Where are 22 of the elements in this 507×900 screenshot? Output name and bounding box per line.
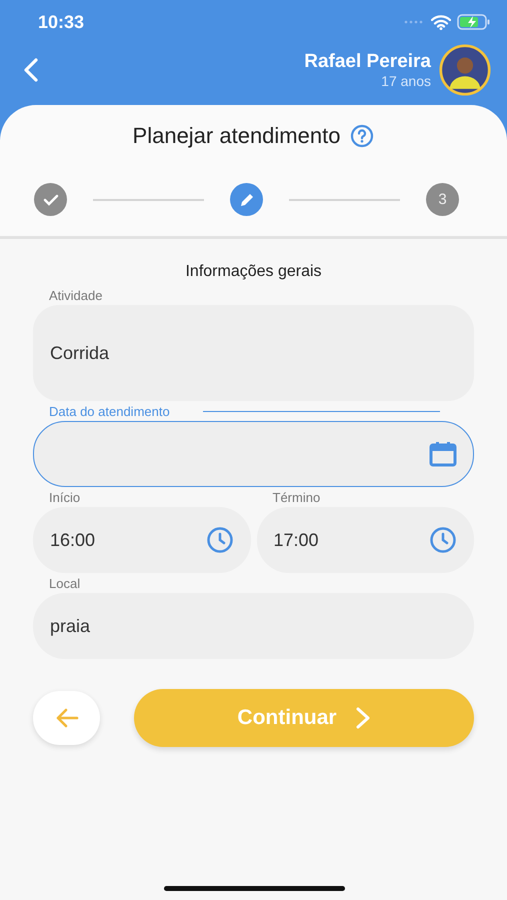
avatar-icon [439,44,491,96]
patient-name: Rafael Pereira [304,51,431,73]
wifi-icon [431,14,451,30]
clock-icon [429,526,457,554]
status-time: 10:33 [38,12,84,32]
input-field[interactable]: 17:00 [256,507,474,573]
patient-age: 17 anos [381,73,431,89]
calendar-icon [429,441,457,467]
screen-title: Planejar atendimento [132,123,340,149]
clock-icon [206,526,234,554]
input-field[interactable]: 16:00 [33,507,250,573]
help-icon[interactable] [350,124,374,148]
step-number: 3 [426,183,459,216]
section-title: Informações gerais [184,263,323,281]
chevron-right-icon [354,706,371,730]
arrow-left-icon [54,708,78,728]
signal-icon [403,19,425,25]
battery-icon [457,14,491,30]
input-field[interactable]: praia [33,593,474,659]
input-field[interactable]: Corrida [33,305,474,401]
back-button[interactable] [33,691,100,745]
back-icon[interactable] [22,57,40,83]
